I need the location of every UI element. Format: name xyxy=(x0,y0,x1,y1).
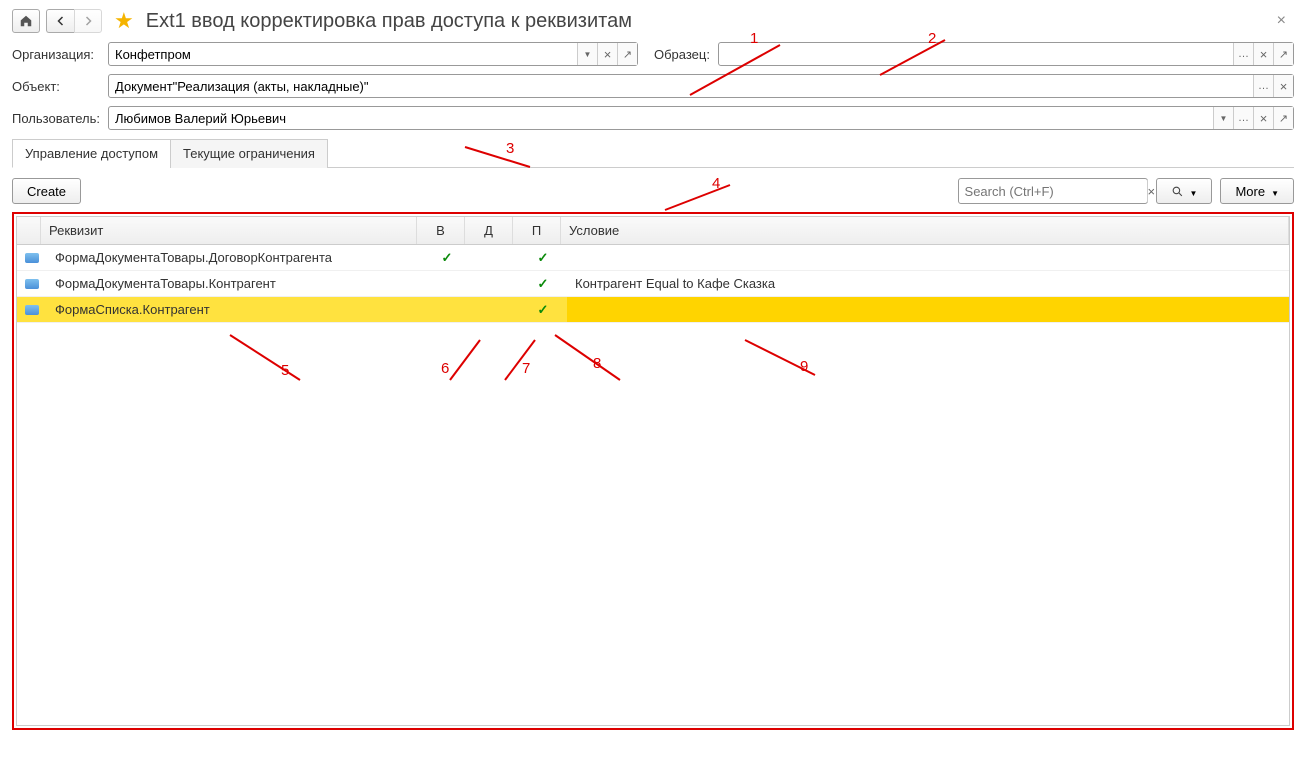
col-uslovie[interactable]: Условие xyxy=(561,217,1289,244)
arrow-right-icon xyxy=(82,15,94,27)
annotation-2-label: 2 xyxy=(928,30,936,47)
back-button[interactable] xyxy=(46,9,74,33)
magnifier-icon xyxy=(1171,185,1184,198)
cell-v: ✓ xyxy=(423,250,471,266)
sample-label: Образец: xyxy=(654,47,714,62)
row-icon xyxy=(25,253,39,263)
org-clear-button[interactable] xyxy=(597,43,617,65)
annotation-1-label: 1 xyxy=(750,30,758,47)
org-dropdown-button[interactable] xyxy=(577,43,597,65)
star-icon: ★ xyxy=(114,8,134,34)
object-input[interactable] xyxy=(109,75,1253,97)
titlebar: ★ Ext1 ввод корректировка прав доступа к… xyxy=(0,0,1306,42)
cell-name: ФормаДокументаТовары.ДоговорКонтрагента xyxy=(47,250,423,265)
user-clear-button[interactable] xyxy=(1253,107,1273,129)
cell-cond: Контрагент Equal to Кафе Сказка xyxy=(567,276,1289,291)
search-wrap: × xyxy=(958,178,1148,204)
org-input-wrap xyxy=(108,42,638,66)
org-label: Организация: xyxy=(12,47,104,62)
cell-name: ФормаДокументаТовары.Контрагент xyxy=(47,276,423,291)
cell-p: ✓ xyxy=(519,250,567,266)
row-icon xyxy=(25,279,39,289)
user-open-button[interactable] xyxy=(1273,107,1293,129)
table-row[interactable]: ФормаДокументаТовары.ДоговорКонтрагента … xyxy=(17,245,1289,271)
home-icon xyxy=(19,14,33,28)
more-label: More xyxy=(1235,184,1265,199)
grid-toolbar: Create × More xyxy=(0,168,1306,212)
grid-body[interactable]: ФормаДокументаТовары.ДоговорКонтрагента … xyxy=(17,245,1289,725)
search-menu-button[interactable] xyxy=(1156,178,1213,204)
caret-down-icon xyxy=(1269,184,1279,199)
sample-select-button[interactable] xyxy=(1233,43,1253,65)
sample-input[interactable] xyxy=(719,43,1233,65)
user-input-wrap xyxy=(108,106,1294,130)
object-select-button[interactable] xyxy=(1253,75,1273,97)
tabs: Управление доступом Текущие ограничения xyxy=(12,138,1294,168)
sample-input-wrap xyxy=(718,42,1294,66)
sample-clear-button[interactable] xyxy=(1253,43,1273,65)
search-clear-button[interactable]: × xyxy=(1147,179,1156,203)
col-p[interactable]: П xyxy=(513,217,561,244)
col-v[interactable]: В xyxy=(417,217,465,244)
annotation-4-label: 4 xyxy=(712,175,720,192)
object-label: Объект: xyxy=(12,79,104,94)
form-area: Организация: Образец: Объект: Пользовате… xyxy=(0,42,1306,130)
object-input-wrap xyxy=(108,74,1294,98)
grid-header: Реквизит В Д П Условие xyxy=(17,217,1289,245)
cell-p: ✓ xyxy=(519,302,567,318)
tab-access-control[interactable]: Управление доступом xyxy=(12,139,171,168)
annotation-6-label: 6 xyxy=(441,360,449,377)
arrow-left-icon xyxy=(55,15,67,27)
caret-down-icon xyxy=(1188,184,1198,199)
cell-name: ФормаСписка.Контрагент xyxy=(47,302,423,317)
cell-p: ✓ xyxy=(519,276,567,292)
forward-button[interactable] xyxy=(74,9,102,33)
user-label: Пользователь: xyxy=(12,111,104,126)
col-rekvizit[interactable]: Реквизит xyxy=(41,217,417,244)
home-button[interactable] xyxy=(12,9,40,33)
org-input[interactable] xyxy=(109,43,577,65)
user-input[interactable] xyxy=(109,107,1213,129)
tab-current-restrictions[interactable]: Текущие ограничения xyxy=(170,139,328,168)
row-icon xyxy=(25,305,39,315)
org-open-button[interactable] xyxy=(617,43,637,65)
page-title: Ext1 ввод корректировка прав доступа к р… xyxy=(146,10,632,33)
create-button[interactable]: Create xyxy=(12,178,81,204)
search-input[interactable] xyxy=(959,179,1147,203)
annotation-7-label: 7 xyxy=(522,360,530,377)
user-select-button[interactable] xyxy=(1233,107,1253,129)
cell-cond xyxy=(567,297,1289,322)
more-button[interactable]: More xyxy=(1220,178,1294,204)
col-d[interactable]: Д xyxy=(465,217,513,244)
grid: Реквизит В Д П Условие ФормаДокументаТов… xyxy=(16,216,1290,726)
annotation-8-label: 8 xyxy=(593,355,601,372)
annotation-3-label: 3 xyxy=(506,140,514,157)
user-dropdown-button[interactable] xyxy=(1213,107,1233,129)
annotation-5-label: 5 xyxy=(281,362,289,379)
table-row-selected[interactable]: ФормаСписка.Контрагент ✓ xyxy=(17,297,1289,323)
sample-open-button[interactable] xyxy=(1273,43,1293,65)
table-area: Реквизит В Д П Условие ФормаДокументаТов… xyxy=(12,212,1294,730)
annotation-9-label: 9 xyxy=(800,358,808,375)
table-row[interactable]: ФормаДокументаТовары.Контрагент ✓ Контра… xyxy=(17,271,1289,297)
close-button[interactable]: × xyxy=(1269,12,1294,30)
object-clear-button[interactable] xyxy=(1273,75,1293,97)
